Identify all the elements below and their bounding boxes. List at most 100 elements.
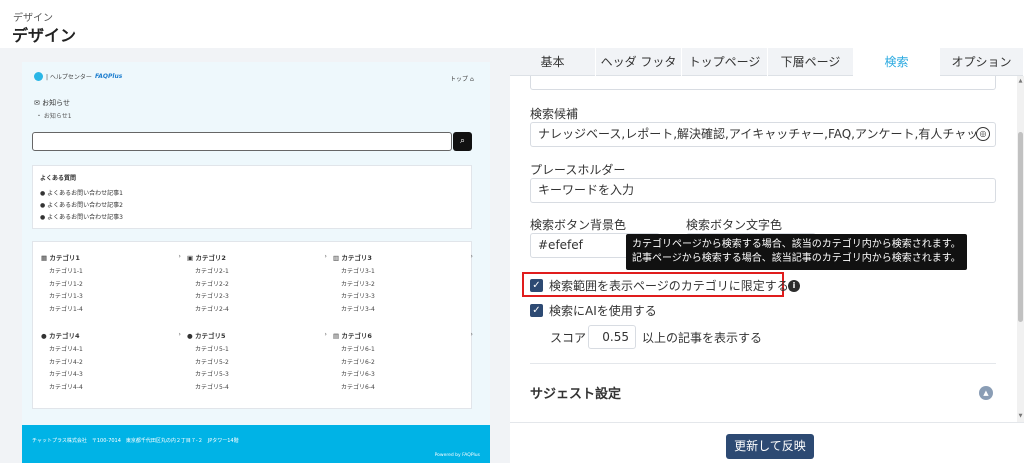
preview-logo: | ヘルプセンター FAQPlus: [34, 72, 122, 81]
button-bg-label: 検索ボタン背景色: [530, 218, 627, 232]
tab-top-page[interactable]: トップページ: [682, 48, 768, 76]
score-input[interactable]: 0.55: [588, 325, 636, 349]
update-apply-button[interactable]: 更新して反映: [726, 434, 814, 459]
category-icon: ▦: [41, 254, 48, 262]
notice-item[interactable]: ・ お知らせ1: [36, 111, 72, 120]
category-item[interactable]: カテゴリ4-1: [49, 344, 181, 357]
suggest-label: 検索候補: [530, 107, 579, 121]
previous-field-input[interactable]: [530, 76, 996, 90]
page-header: デザイン デザイン: [0, 0, 1024, 48]
category-item[interactable]: カテゴリ5-1: [195, 344, 327, 357]
category-block: ▣ カテゴリ2 › カテゴリ2-1 カテゴリ2-2 カテゴリ2-3 カテゴリ2-4: [187, 252, 327, 316]
suggest-input[interactable]: ナレッジベース,レポート,解決確認,アイキャッチャー,FAQ,アンケート,有人チ…: [530, 122, 996, 147]
category-title[interactable]: ▥ カテゴリ3 ›: [333, 252, 473, 266]
score-suffix: 以上の記事を表示する: [642, 331, 763, 345]
placeholder-input[interactable]: キーワードを入力: [530, 178, 996, 203]
category-title[interactable]: ● カテゴリ5 ›: [187, 330, 327, 344]
category-icon: ●: [41, 332, 47, 340]
tab-basic[interactable]: 基本: [510, 48, 596, 76]
settings-tabs: 基本 ヘッダ フッタ トップページ 下層ページ 検索 オプション: [510, 48, 1024, 76]
category-item[interactable]: カテゴリ2-3: [195, 291, 327, 304]
category-item[interactable]: カテゴリ3-3: [341, 291, 473, 304]
chat-bubbles-icon: ●: [40, 202, 46, 209]
action-bar: 更新して反映: [510, 422, 1024, 463]
category-grid: ▦ カテゴリ1 › カテゴリ1-1 カテゴリ1-2 カテゴリ1-3 カテゴリ1-4…: [32, 241, 473, 409]
chat-bubbles-icon: ●: [40, 190, 46, 197]
scroll-up-icon[interactable]: ▲: [1017, 78, 1024, 84]
category-title[interactable]: ▣ カテゴリ2 ›: [187, 252, 327, 266]
category-item[interactable]: カテゴリ5-2: [195, 357, 327, 370]
section-divider: [530, 363, 996, 364]
category-title[interactable]: ▦ カテゴリ1 ›: [41, 252, 181, 266]
faq-item[interactable]: ● よくあるお問い合わせ記事2: [40, 200, 123, 209]
category-item[interactable]: カテゴリ6-4: [341, 382, 473, 395]
category-item[interactable]: カテゴリ3-4: [341, 304, 473, 317]
logo-text: | ヘルプセンター: [46, 74, 92, 81]
use-ai-label: 検索にAIを使用する: [549, 304, 657, 318]
chevron-right-icon: ›: [178, 252, 181, 260]
category-icon: ●: [187, 332, 193, 340]
category-icon: ▤: [333, 332, 340, 340]
category-item[interactable]: カテゴリ3-1: [341, 266, 473, 279]
page-title: デザイン: [12, 26, 77, 45]
category-item[interactable]: カテゴリ2-4: [195, 304, 327, 317]
tab-options[interactable]: オプション: [940, 48, 1024, 76]
category-item[interactable]: カテゴリ1-3: [49, 291, 181, 304]
category-item[interactable]: カテゴリ4-4: [49, 382, 181, 395]
help-center-preview: | ヘルプセンター FAQPlus トップ ⌂ ✉ お知らせ ・ お知らせ1 ⌕…: [22, 62, 490, 463]
notice-title: ✉ お知らせ: [34, 99, 70, 107]
category-item[interactable]: カテゴリ1-2: [49, 279, 181, 292]
chevron-right-icon: ›: [324, 330, 327, 338]
preview-search-button[interactable]: ⌕: [453, 132, 472, 151]
faq-box: よくある質問 ● よくあるお問い合わせ記事1 ● よくあるお問い合わせ記事2 ●…: [32, 165, 472, 229]
chevron-right-icon: ›: [470, 330, 473, 338]
settings-scrollbar[interactable]: ▲ ▼: [1017, 76, 1024, 422]
chevron-right-icon: ›: [470, 252, 473, 260]
category-icon: ▣: [187, 254, 194, 262]
preview-search-input[interactable]: [32, 132, 452, 151]
category-item[interactable]: カテゴリ3-2: [341, 279, 473, 292]
logo-icon: [34, 72, 43, 81]
category-item[interactable]: カテゴリ2-1: [195, 266, 327, 279]
footer-company: チャットプラス株式会社 〒100-7014 東京都千代田区丸の内２丁目７-２ J…: [32, 438, 239, 444]
scroll-down-icon[interactable]: ▼: [1017, 413, 1024, 419]
logo-brand: FAQPlus: [94, 73, 123, 80]
tab-header-footer[interactable]: ヘッダ フッタ: [596, 48, 682, 76]
scroll-thumb[interactable]: [1018, 132, 1023, 322]
chat-bubbles-icon: ●: [40, 214, 46, 221]
category-block: ▥ カテゴリ3 › カテゴリ3-1 カテゴリ3-2 カテゴリ3-3 カテゴリ3-4: [333, 252, 473, 316]
placeholder-label: プレースホルダー: [530, 163, 626, 177]
mail-icon: ✉: [34, 99, 40, 107]
category-block: ● カテゴリ4 › カテゴリ4-1 カテゴリ4-2 カテゴリ4-3 カテゴリ4-4: [41, 330, 181, 394]
faq-title: よくある質問: [40, 175, 77, 182]
category-item[interactable]: カテゴリ6-1: [341, 344, 473, 357]
category-item[interactable]: カテゴリ5-4: [195, 382, 327, 395]
limit-scope-label: 検索範囲を表示ページのカテゴリに限定する。: [549, 279, 801, 293]
category-item[interactable]: カテゴリ5-3: [195, 369, 327, 382]
category-title[interactable]: ▤ カテゴリ6 ›: [333, 330, 473, 344]
tab-sub-page[interactable]: 下層ページ: [768, 48, 854, 76]
category-item[interactable]: カテゴリ1-1: [49, 266, 181, 279]
tab-search[interactable]: 検索: [854, 48, 940, 76]
category-item[interactable]: カテゴリ6-2: [341, 357, 473, 370]
category-item[interactable]: カテゴリ2-2: [195, 279, 327, 292]
category-item[interactable]: カテゴリ4-2: [49, 357, 181, 370]
chevron-right-icon: ›: [324, 252, 327, 260]
suggest-section-title: サジェスト設定: [530, 387, 622, 402]
color-wheel-icon[interactable]: ◎: [976, 127, 990, 141]
category-item[interactable]: カテゴリ4-3: [49, 369, 181, 382]
preview-top-link[interactable]: トップ ⌂: [450, 74, 474, 83]
faq-item[interactable]: ● よくあるお問い合わせ記事1: [40, 188, 123, 197]
button-text-label: 検索ボタン文字色: [686, 218, 783, 232]
use-ai-checkbox[interactable]: ✓: [530, 304, 543, 317]
score-label: スコア: [550, 331, 587, 345]
chevron-right-icon: ›: [178, 330, 181, 338]
collapse-icon[interactable]: ▲: [979, 386, 993, 400]
faq-item[interactable]: ● よくあるお問い合わせ記事3: [40, 212, 123, 221]
category-item[interactable]: カテゴリ1-4: [49, 304, 181, 317]
category-item[interactable]: カテゴリ6-3: [341, 369, 473, 382]
limit-scope-checkbox[interactable]: ✓: [530, 279, 543, 292]
info-icon[interactable]: i: [788, 280, 800, 292]
category-title[interactable]: ● カテゴリ4 ›: [41, 330, 181, 344]
search-icon: ⌕: [459, 136, 466, 146]
